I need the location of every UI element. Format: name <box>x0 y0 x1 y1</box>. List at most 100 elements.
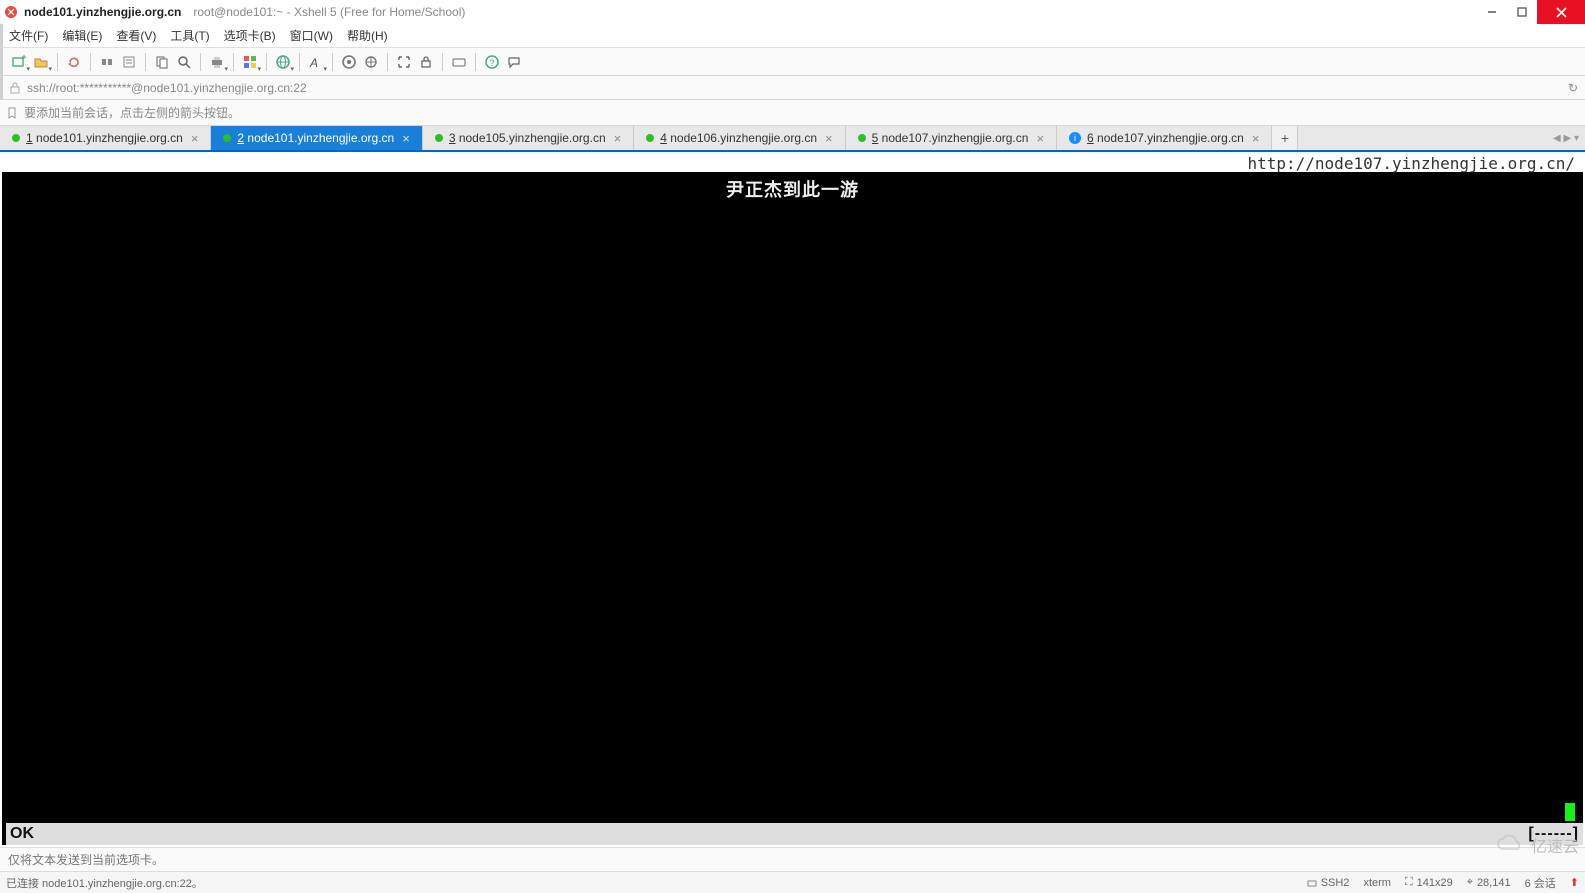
session-tab[interactable]: 4 node106.yinzhengjie.org.cn× <box>634 126 845 150</box>
close-tab-icon[interactable]: × <box>817 131 833 146</box>
print-icon[interactable] <box>207 52 227 72</box>
menu-tools[interactable]: 工具(T) <box>170 27 209 44</box>
separator-icon <box>233 53 234 71</box>
menu-tab[interactable]: 选项卡(B) <box>224 27 276 44</box>
title-host: node101.yinzhengjie.org.cn <box>24 5 181 19</box>
separator-icon <box>200 53 201 71</box>
status-connection: 已连接 node101.yinzhengjie.org.cn:22。 <box>6 875 203 891</box>
svg-text:A: A <box>309 56 318 69</box>
menu-file[interactable]: 文件(F) <box>9 27 48 44</box>
new-tab-button[interactable]: + <box>1272 126 1298 150</box>
session-tab[interactable]: i6 node107.yinzhengjie.org.cn× <box>1057 126 1272 150</box>
separator-icon <box>475 53 476 71</box>
status-ssh: SSH2 <box>1307 877 1350 889</box>
color-scheme-icon[interactable] <box>240 52 260 72</box>
status-dot-icon <box>646 134 654 142</box>
menu-bar: 文件(F) 编辑(E) 查看(V) 工具(T) 选项卡(B) 窗口(W) 帮助(… <box>0 24 1585 48</box>
compose-hint: 仅将文本发送到当前选项卡。 <box>8 851 164 868</box>
session-tab[interactable]: 1 node101.yinzhengjie.org.cn× <box>0 126 211 150</box>
session-tab-label: 5 node107.yinzhengjie.org.cn <box>872 131 1029 145</box>
tab-scroll-arrows[interactable]: ◀ ▶ ▾ <box>1547 126 1585 150</box>
separator-icon <box>266 53 267 71</box>
properties-icon[interactable] <box>119 52 139 72</box>
separator-icon <box>145 53 146 71</box>
session-tab-label: 3 node105.yinzhengjie.org.cn <box>449 131 606 145</box>
xagent-icon[interactable] <box>339 52 359 72</box>
close-tab-icon[interactable]: × <box>606 131 622 146</box>
hint-text: 要添加当前会话，点击左侧的箭头按钮。 <box>24 104 240 121</box>
font-icon[interactable]: A <box>306 52 326 72</box>
status-dot-icon <box>223 134 231 142</box>
terminal-pane[interactable]: http://node107.yinzhengjie.org.cn/ 尹正杰到此… <box>0 152 1585 847</box>
title-bar: node101.yinzhengjie.org.cn root@node101:… <box>0 0 1585 24</box>
status-dot-icon <box>12 134 20 142</box>
ok-label: OK <box>10 825 34 843</box>
keyboard-icon[interactable] <box>449 52 469 72</box>
status-sessions: 6 会话 <box>1525 875 1556 891</box>
status-size: ⛶ 141x29 <box>1405 876 1453 889</box>
new-session-icon[interactable] <box>9 52 29 72</box>
separator-icon <box>57 53 58 71</box>
close-button[interactable] <box>1537 0 1585 24</box>
toolbar: A ? <box>0 48 1585 76</box>
maximize-button[interactable] <box>1507 0 1537 24</box>
separator-icon <box>387 53 388 71</box>
separator-icon <box>90 53 91 71</box>
compose-bar[interactable]: 仅将文本发送到当前选项卡。 <box>0 847 1585 871</box>
address-bar: ↻ <box>0 76 1585 100</box>
refresh-icon[interactable]: ↻ <box>1561 81 1585 95</box>
disconnect-icon[interactable] <box>97 52 117 72</box>
reconnect-icon[interactable] <box>64 52 84 72</box>
window-controls <box>1477 0 1585 24</box>
hint-bar: 要添加当前会话，点击左侧的箭头按钮。 <box>0 100 1585 126</box>
close-tab-icon[interactable]: × <box>1028 131 1044 146</box>
lock-icon[interactable] <box>416 52 436 72</box>
app-icon <box>4 5 18 19</box>
terminal-content[interactable]: 尹正杰到此一游 OK [------] <box>2 172 1583 845</box>
status-dot-icon <box>858 134 866 142</box>
session-tab-label: 1 node101.yinzhengjie.org.cn <box>26 131 183 145</box>
menu-help[interactable]: 帮助(H) <box>347 27 388 44</box>
title-subtitle: root@node101:~ - Xshell 5 (Free for Home… <box>193 5 465 19</box>
separator-icon <box>442 53 443 71</box>
session-tab-bar: 1 node101.yinzhengjie.org.cn×2 node101.y… <box>0 126 1585 152</box>
lock-icon <box>9 82 21 94</box>
session-tab-label: 2 node101.yinzhengjie.org.cn <box>237 131 394 145</box>
cursor-icon <box>1565 803 1575 821</box>
address-input[interactable] <box>27 81 1561 95</box>
svg-text:?: ? <box>490 58 495 68</box>
status-up-arrow-icon[interactable]: ⬆ <box>1570 876 1579 889</box>
bookmark-icon[interactable] <box>6 107 18 119</box>
open-icon[interactable] <box>31 52 51 72</box>
encoding-icon[interactable] <box>273 52 293 72</box>
session-tab[interactable]: 5 node107.yinzhengjie.org.cn× <box>846 126 1057 150</box>
terminal-header-bar: http://node107.yinzhengjie.org.cn/ <box>2 154 1583 172</box>
position-indicator: [------] <box>1528 825 1579 843</box>
terminal-status-line: OK [------] <box>6 823 1583 845</box>
session-tab[interactable]: 2 node101.yinzhengjie.org.cn× <box>211 126 422 150</box>
search-icon[interactable] <box>174 52 194 72</box>
xftp-icon[interactable] <box>361 52 381 72</box>
chat-icon[interactable] <box>504 52 524 72</box>
close-tab-icon[interactable]: × <box>1244 131 1260 146</box>
close-tab-icon[interactable]: × <box>394 131 410 146</box>
minimize-button[interactable] <box>1477 0 1507 24</box>
fullscreen-icon[interactable] <box>394 52 414 72</box>
session-tab-label: 4 node106.yinzhengjie.org.cn <box>660 131 817 145</box>
menu-edit[interactable]: 编辑(E) <box>62 27 102 44</box>
separator-icon <box>299 53 300 71</box>
status-bar: 已连接 node101.yinzhengjie.org.cn:22。 SSH2 … <box>0 871 1585 893</box>
session-tab-label: 6 node107.yinzhengjie.org.cn <box>1087 131 1244 145</box>
separator-icon <box>332 53 333 71</box>
help-icon[interactable]: ? <box>482 52 502 72</box>
page-heading: 尹正杰到此一游 <box>2 176 1583 202</box>
status-dot-icon <box>435 134 443 142</box>
menu-view[interactable]: 查看(V) <box>116 27 156 44</box>
copy-icon[interactable] <box>152 52 172 72</box>
session-tab[interactable]: 3 node105.yinzhengjie.org.cn× <box>423 126 634 150</box>
status-pos: ⌖ 28,141 <box>1467 876 1511 889</box>
status-term: xterm <box>1363 877 1391 889</box>
terminal-header-url: http://node107.yinzhengjie.org.cn/ <box>1247 154 1575 173</box>
close-tab-icon[interactable]: × <box>183 131 199 146</box>
menu-window[interactable]: 窗口(W) <box>290 27 333 44</box>
